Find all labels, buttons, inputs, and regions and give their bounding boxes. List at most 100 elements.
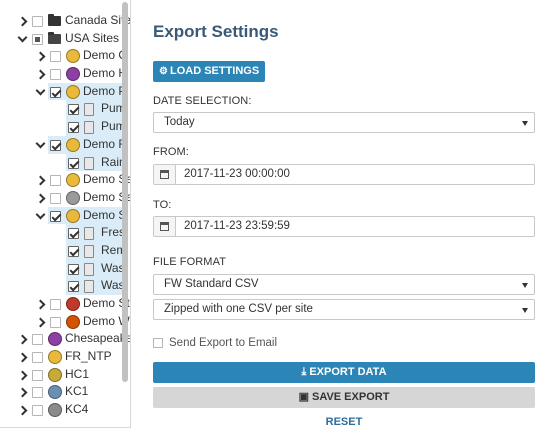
export-data-button[interactable]: ⤓ EXPORT DATA bbox=[153, 362, 535, 383]
site-icon bbox=[66, 297, 80, 311]
tree-row[interactable]: Pum bbox=[66, 118, 126, 136]
tree-row-checkbox[interactable] bbox=[50, 316, 61, 328]
chevron-right-icon[interactable] bbox=[34, 47, 46, 65]
tree-row-checkbox[interactable] bbox=[68, 281, 79, 293]
tree-row[interactable]: Demo St bbox=[0, 295, 130, 313]
tree-row-checkbox[interactable] bbox=[50, 210, 61, 222]
date-selection-select[interactable]: Today bbox=[153, 112, 535, 133]
tree-row[interactable]: Pum bbox=[66, 100, 126, 119]
caret-down-icon bbox=[522, 283, 528, 288]
chevron-right-icon[interactable] bbox=[16, 12, 28, 30]
load-settings-button[interactable]: ⚙ LOAD SETTINGS bbox=[153, 61, 266, 82]
tree-row-checkbox[interactable] bbox=[50, 139, 61, 151]
tree-row[interactable]: FR_NTP bbox=[0, 348, 122, 366]
tree-row[interactable]: Rem bbox=[66, 241, 126, 260]
chevron-down-icon[interactable] bbox=[34, 207, 46, 225]
tree-row-label: KC4 bbox=[65, 402, 89, 417]
calendar-addon[interactable] bbox=[154, 165, 176, 184]
tree-row-checkbox[interactable] bbox=[50, 192, 61, 204]
chevron-right-icon[interactable] bbox=[34, 313, 46, 331]
chevron-right-icon[interactable] bbox=[16, 383, 28, 401]
date-selection-value: Today bbox=[164, 116, 195, 128]
file-format-value: FW Standard CSV bbox=[164, 278, 259, 290]
tree-row-checkbox[interactable] bbox=[32, 334, 43, 346]
send-email-label: Send Export to Email bbox=[169, 337, 278, 349]
tree-row-label: HC1 bbox=[65, 366, 90, 381]
tree-row[interactable]: KC4 bbox=[0, 401, 122, 419]
tree-row[interactable]: Demo C bbox=[0, 47, 127, 65]
tree-row-checkbox[interactable] bbox=[50, 51, 61, 63]
tree-row-checkbox[interactable] bbox=[32, 352, 43, 364]
tree-row[interactable]: Chesapeake bbox=[0, 330, 130, 348]
calendar-addon[interactable] bbox=[154, 217, 176, 236]
tree-row[interactable]: Demo R bbox=[48, 135, 127, 154]
chevron-right-icon[interactable] bbox=[34, 171, 46, 189]
tree-row[interactable]: HC1 bbox=[0, 366, 122, 384]
site-icon bbox=[66, 314, 80, 329]
site-icon bbox=[66, 190, 80, 205]
tree-row-checkbox[interactable] bbox=[32, 405, 43, 417]
tree-row-checkbox[interactable] bbox=[68, 228, 79, 240]
gear-icon: ⚙ bbox=[159, 66, 168, 77]
chevron-down-icon[interactable] bbox=[16, 30, 28, 48]
tree-row[interactable]: Demo Sa bbox=[0, 171, 130, 189]
tree-row[interactable]: Demo W bbox=[0, 313, 130, 331]
chevron-down-icon[interactable] bbox=[34, 136, 46, 154]
site-icon bbox=[48, 385, 62, 400]
file-format-select[interactable]: FW Standard CSV bbox=[153, 274, 535, 295]
tree-row[interactable]: Demo Sa bbox=[0, 189, 130, 207]
caret-down-icon bbox=[522, 121, 528, 126]
tree-row[interactable]: Canada Sites bbox=[0, 12, 130, 30]
tree-scrollbar[interactable] bbox=[122, 2, 128, 382]
tree-row-checkbox[interactable] bbox=[32, 369, 43, 381]
tree-row[interactable]: Wast bbox=[66, 277, 128, 295]
packaging-select[interactable]: Zipped with one CSV per site bbox=[153, 299, 535, 320]
tree-row-checkbox[interactable] bbox=[32, 387, 43, 399]
tree-row-checkbox[interactable] bbox=[32, 16, 43, 27]
export-data-label: EXPORT DATA bbox=[309, 366, 387, 378]
tree-row-checkbox[interactable] bbox=[50, 69, 61, 81]
tree-row[interactable]: Fres bbox=[66, 224, 125, 242]
chevron-right-icon[interactable] bbox=[16, 401, 28, 419]
tree-row-checkbox[interactable] bbox=[50, 299, 61, 310]
chevron-right-icon[interactable] bbox=[34, 65, 46, 83]
site-icon bbox=[48, 367, 62, 382]
tree-row-checkbox[interactable] bbox=[68, 122, 79, 134]
calendar-icon bbox=[160, 222, 169, 231]
tree-row[interactable]: Demo S bbox=[48, 206, 126, 225]
tree-row-checkbox[interactable] bbox=[50, 175, 61, 187]
from-datetime-value: 2017-11-23 00:00:00 bbox=[184, 168, 290, 180]
tree-row-label: Demo S bbox=[83, 207, 127, 222]
reset-link[interactable]: RESET bbox=[153, 415, 535, 429]
load-settings-label: LOAD SETTINGS bbox=[169, 65, 260, 77]
chevron-right-icon[interactable] bbox=[16, 330, 28, 348]
tree-row-checkbox[interactable] bbox=[68, 157, 79, 169]
tree-row[interactable]: Rain bbox=[66, 153, 126, 172]
chevron-right-icon[interactable] bbox=[16, 348, 28, 366]
chevron-right-icon[interactable] bbox=[34, 189, 46, 207]
doc-icon bbox=[84, 227, 94, 241]
tree-row-checkbox[interactable] bbox=[68, 263, 79, 275]
to-datetime-field[interactable]: 2017-11-23 23:59:59 bbox=[153, 216, 535, 237]
save-export-button[interactable]: ▣ SAVE EXPORT bbox=[153, 387, 535, 408]
site-icon bbox=[66, 173, 80, 188]
chevron-down-icon[interactable] bbox=[34, 83, 46, 101]
tree-row[interactable]: USA Sites bbox=[0, 30, 122, 48]
tree-row-checkbox[interactable] bbox=[32, 33, 43, 45]
tree-row-checkbox[interactable] bbox=[50, 86, 61, 98]
site-icon bbox=[66, 208, 80, 223]
caret-down-icon bbox=[522, 308, 528, 313]
chevron-right-icon[interactable] bbox=[34, 295, 46, 313]
from-datetime-field[interactable]: 2017-11-23 00:00:00 bbox=[153, 164, 535, 185]
tree-row[interactable]: Demo H bbox=[0, 65, 127, 83]
doc-icon bbox=[84, 121, 94, 135]
tree-row[interactable]: Wast bbox=[66, 259, 128, 278]
tree-row-label: Demo R bbox=[83, 136, 128, 151]
tree-row-checkbox[interactable] bbox=[68, 245, 79, 257]
tree-row[interactable]: KC1 bbox=[0, 383, 122, 401]
tree-row-checkbox[interactable] bbox=[68, 104, 79, 116]
send-email-checkbox[interactable] bbox=[153, 338, 163, 348]
chevron-right-icon[interactable] bbox=[16, 366, 28, 384]
to-label: TO: bbox=[153, 199, 172, 211]
tree-row[interactable]: Demo P bbox=[48, 82, 126, 101]
